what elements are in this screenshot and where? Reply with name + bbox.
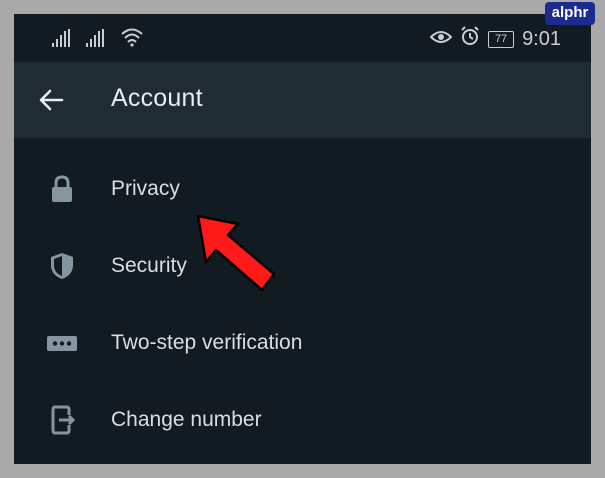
back-arrow-icon[interactable]: [38, 88, 64, 112]
change-number-icon: [47, 405, 77, 435]
status-time: 9:01: [522, 27, 561, 50]
phone-screen: 77 9:01 Account Privacy Security Two-ste…: [14, 14, 591, 464]
menu-item-change-number[interactable]: Change number: [14, 381, 591, 458]
app-bar: Account: [14, 62, 591, 138]
alphr-watermark-logo: alphr: [545, 2, 595, 25]
wifi-icon: [120, 27, 144, 52]
page-title: Account: [111, 84, 203, 112]
menu-item-security[interactable]: Security: [14, 227, 591, 304]
lock-icon: [47, 174, 77, 204]
shield-icon: [47, 251, 77, 281]
red-pointer-arrow-icon: [196, 214, 276, 292]
status-bar: 77 9:01: [14, 14, 591, 62]
alarm-icon: [460, 26, 480, 52]
battery-icon: 77: [488, 30, 515, 48]
menu-item-label: Two-step verification: [111, 331, 303, 354]
eye-icon: [429, 28, 453, 51]
menu-item-two-step-verification[interactable]: Two-step verification: [14, 304, 591, 381]
signal-strength-icon-1: [52, 29, 72, 52]
menu-item-label: Privacy: [111, 177, 180, 200]
menu-item-label: Security: [111, 254, 187, 277]
menu-item-privacy[interactable]: Privacy: [14, 150, 591, 227]
menu-item-label: Change number: [111, 408, 262, 431]
signal-strength-icon-2: [86, 29, 106, 52]
password-dots-icon: [47, 328, 77, 358]
